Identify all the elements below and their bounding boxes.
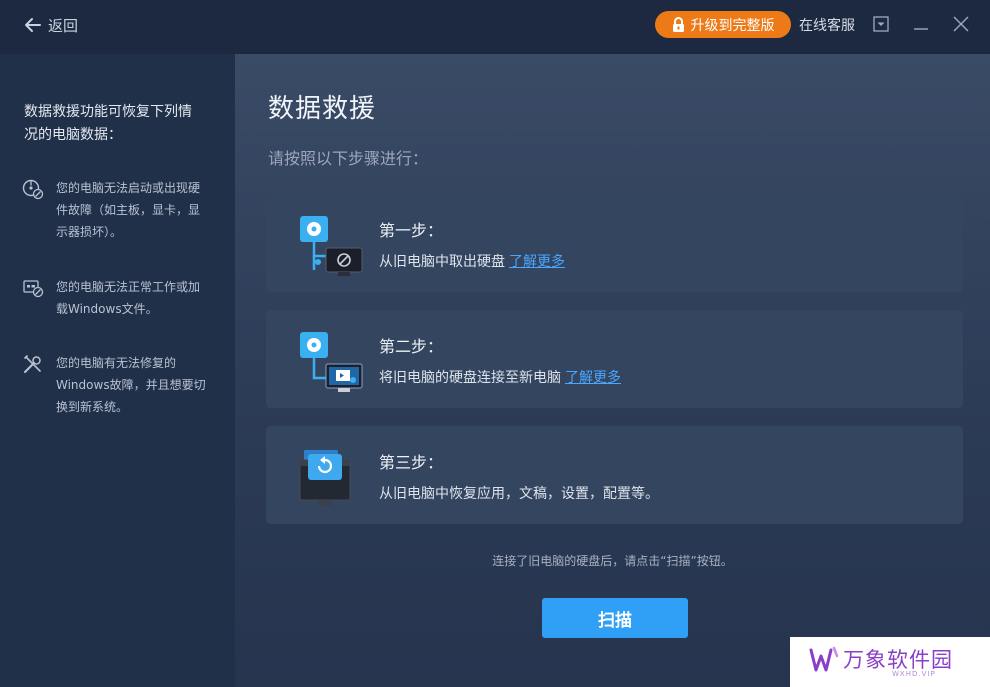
lock-icon [672, 17, 684, 32]
sidebar-item-system: 您的电脑有无法修复的Windows故障，并且想要切换到新系统。 [22, 352, 212, 418]
page-subtitle: 请按照以下步骤进行： [268, 149, 429, 168]
main-panel: 数据救援 请按照以下步骤进行： 第一步： 从旧电脑中取出硬盘 了解更多 第二步：… [235, 54, 990, 687]
sidebar-item-text: 您的电脑无法正常工作或加载Windows文件。 [56, 280, 201, 316]
step-description: 从旧电脑中取出硬盘 了解更多 [379, 251, 565, 271]
remove-disk-icon [300, 216, 363, 276]
windows-error-icon [23, 280, 44, 298]
sidebar-item-text: 您的电脑有无法修复的Windows故障，并且想要切换到新系统。 [56, 356, 206, 414]
scan-button[interactable]: 扫描 [542, 598, 688, 638]
close-button[interactable] [949, 12, 973, 36]
watermark: 万象软件园 WXHD.VIP [790, 637, 990, 687]
step-title: 第二步： [379, 337, 444, 356]
back-label: 返回 [48, 16, 79, 35]
sidebar-intro: 数据救援功能可恢复下列情况的电脑数据： [24, 104, 192, 143]
watermark-url: WXHD.VIP [892, 670, 936, 678]
step-title: 第一步： [379, 221, 444, 240]
connect-disk-icon [300, 332, 363, 392]
step-card-3: 第三步： 从旧电脑中恢复应用，文稿，设置，配置等。 [266, 426, 963, 524]
online-support-link[interactable]: 在线客服 [799, 15, 855, 35]
tools-icon [23, 354, 41, 373]
arrow-left-icon [25, 18, 41, 32]
upgrade-button[interactable]: 升级到完整版 [655, 11, 791, 38]
watermark-logo [809, 646, 839, 672]
step-description: 从旧电脑中恢复应用，文稿，设置，配置等。 [379, 486, 659, 502]
minimize-icon [914, 28, 928, 30]
title-bar: 返回 升级到完整版 在线客服 [0, 0, 990, 54]
step-description: 将旧电脑的硬盘连接至新电脑 了解更多 [379, 367, 621, 387]
minimize-button[interactable] [909, 12, 933, 36]
learn-more-link[interactable]: 了解更多 [565, 370, 621, 386]
sidebar: 数据救援功能可恢复下列情况的电脑数据： 您的电脑无法启动或出现硬件故障（如主板，… [0, 54, 235, 687]
step-title: 第三步： [379, 453, 444, 472]
scan-hint: 连接了旧电脑的硬盘后，请点击“扫描”按钮。 [492, 554, 733, 568]
dropdown-icon [873, 16, 889, 32]
step-text: 从旧电脑中取出硬盘 [379, 254, 505, 270]
page-title: 数据救援 [268, 94, 377, 124]
close-icon [953, 16, 969, 32]
step-card-2: 第二步： 将旧电脑的硬盘连接至新电脑 了解更多 [266, 310, 963, 408]
upgrade-label: 升级到完整版 [690, 17, 775, 34]
back-button[interactable]: 返回 [24, 13, 78, 37]
sidebar-item-windows: 您的电脑无法正常工作或加载Windows文件。 [22, 276, 212, 320]
sidebar-item-hardware: 您的电脑无法启动或出现硬件故障（如主板，显卡，显示器损坏）。 [22, 177, 212, 243]
step-card-1: 第一步： 从旧电脑中取出硬盘 了解更多 [266, 194, 963, 292]
restore-icon [299, 450, 351, 506]
learn-more-link[interactable]: 了解更多 [509, 254, 565, 270]
sidebar-item-text: 您的电脑无法启动或出现硬件故障（如主板，显卡，显示器损坏）。 [56, 181, 201, 239]
step-text: 将旧电脑的硬盘连接至新电脑 [379, 370, 561, 386]
dropdown-menu-button[interactable] [869, 12, 893, 36]
disk-broken-icon [22, 179, 44, 200]
